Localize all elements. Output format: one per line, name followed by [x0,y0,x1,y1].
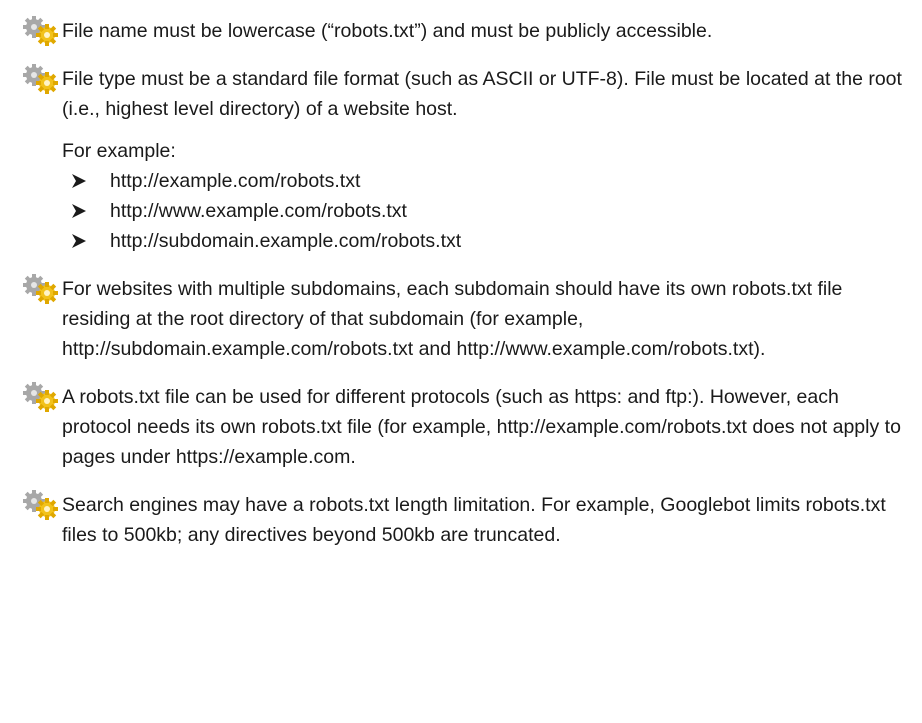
gears-icon [20,16,62,46]
list-item: http://example.com/robots.txt [62,166,902,196]
bullet-text: For websites with multiple subdomains, e… [62,278,843,360]
bullet-text: File name must be lowercase (“robots.txt… [62,20,713,42]
bullet-item: A robots.txt file can be used for differ… [20,382,902,472]
example-url: http://subdomain.example.com/robots.txt [110,230,462,252]
bullet-item: For websites with multiple subdomains, e… [20,274,902,364]
arrow-right-icon [70,226,90,256]
gears-icon [20,490,62,520]
gears-icon [20,274,62,304]
example-intro: For example: [62,140,176,162]
bullet-item: File name must be lowercase (“robots.txt… [20,16,902,46]
gears-icon [20,382,62,412]
example-list: http://example.com/robots.txt http://www… [62,166,902,256]
bullet-item: Search engines may have a robots.txt len… [20,490,902,550]
gears-icon [20,64,62,94]
bullet-text: Search engines may have a robots.txt len… [62,494,886,546]
example-url: http://www.example.com/robots.txt [110,200,407,222]
bullet-text: File type must be a standard file format… [62,68,902,120]
document-page: File name must be lowercase (“robots.txt… [0,0,922,723]
example-url: http://example.com/robots.txt [110,170,361,192]
list-item: http://subdomain.example.com/robots.txt [62,226,902,256]
bullet-item: File type must be a standard file format… [20,64,902,256]
arrow-right-icon [70,196,90,226]
example-block: For example: http://example.com/robots.t… [62,136,902,256]
bullet-text: A robots.txt file can be used for differ… [62,386,901,468]
arrow-right-icon [70,166,90,196]
list-item: http://www.example.com/robots.txt [62,196,902,226]
